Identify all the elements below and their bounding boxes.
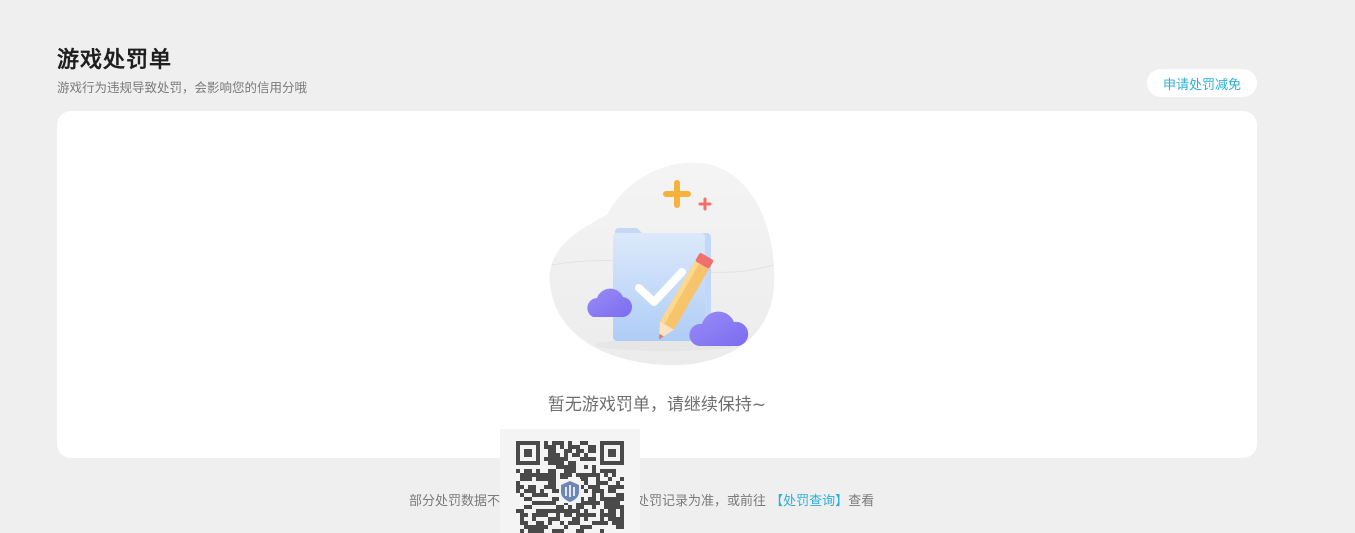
finder-top-left-icon [516, 441, 540, 465]
footer-note-suffix: 查看 [848, 494, 875, 509]
footer-note-prefix: 部分处罚数据不支 [409, 494, 514, 509]
footer-note-middle: 内处罚记录为准，或前往 [623, 494, 767, 509]
penalty-list-card: 暂无游戏罚单，请继续保持~ [57, 111, 1257, 458]
page-subtitle: 游戏行为违规导致处罚，会影响您的信用分哦 [57, 80, 308, 95]
page-title: 游戏处罚单 [57, 48, 173, 73]
penalty-query-link[interactable]: 【处罚查询】 [770, 494, 848, 509]
finder-top-right-icon [600, 441, 624, 465]
apply-penalty-reduction-button[interactable]: 申请处罚减免 [1147, 69, 1257, 97]
qr-code-icon [500, 429, 640, 533]
shield-icon [559, 479, 581, 503]
document-check-icon [549, 162, 775, 366]
empty-state-message: 暂无游戏罚单，请继续保持~ [547, 395, 767, 415]
footer-note: 部分处罚数据不支 内处罚记录为准，或前往 【处罚查询】查看 [409, 490, 874, 509]
